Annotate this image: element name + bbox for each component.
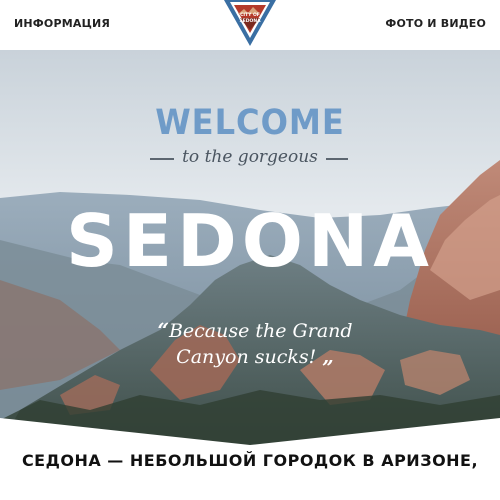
- hero-tagline-row: to the gorgeous: [0, 146, 500, 172]
- nav-link-photo-video[interactable]: ФОТО И ВИДЕО: [385, 17, 486, 30]
- hero-quote-line-2: Canyon sucks! „: [150, 344, 360, 370]
- hero-quote-line-1: “Because the Grand: [150, 318, 360, 344]
- svg-text:CITY OF: CITY OF: [240, 12, 260, 18]
- quote-open-mark: “: [157, 318, 169, 342]
- nav-link-info[interactable]: ИНФОРМАЦИЯ: [14, 17, 110, 30]
- hero-quote-text-2: Canyon sucks!: [176, 346, 317, 368]
- hero-welcome-heading: WELCOME: [155, 103, 345, 143]
- tagline-rule-right: [326, 158, 348, 160]
- city-seal-icon: CITY OF SEDONA: [224, 0, 276, 46]
- hero-quote: “Because the Grand Canyon sucks! „: [150, 318, 360, 370]
- svg-text:SEDONA: SEDONA: [239, 18, 261, 24]
- quote-close-mark: „: [322, 344, 334, 368]
- city-seal-logo[interactable]: CITY OF SEDONA: [224, 0, 276, 46]
- intro-headline: СЕДОНА — НЕБОЛЬШОЙ ГОРОДОК В АРИЗОНЕ,: [21, 451, 479, 470]
- hero-tagline: to the gorgeous: [182, 147, 318, 167]
- hero-quote-text-1: Because the Grand: [168, 320, 353, 342]
- hero-title: SEDONA: [66, 199, 434, 283]
